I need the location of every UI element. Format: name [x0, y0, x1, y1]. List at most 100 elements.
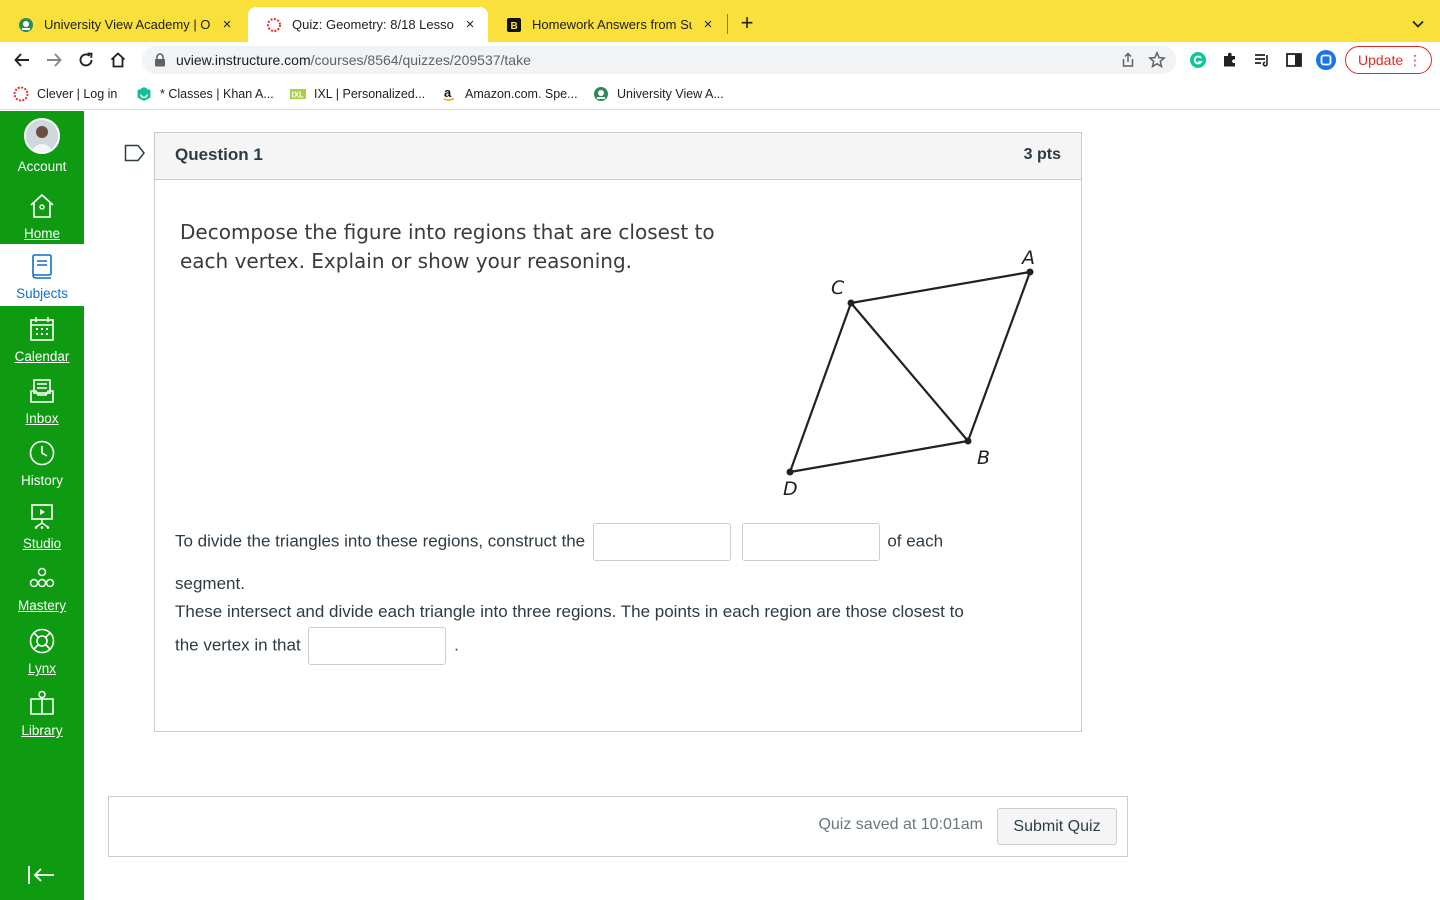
nav-calendar[interactable]: Calendar — [0, 314, 84, 366]
url-path: /courses/8564/quizzes/209537/take — [310, 52, 531, 68]
tab-title: Homework Answers from Subje — [532, 17, 692, 32]
university-view-favicon-icon — [593, 86, 609, 102]
tab-title: University View Academy | Onl — [44, 17, 211, 32]
address-bar[interactable]: uview.instructure.com/courses/8564/quizz… — [142, 46, 1176, 74]
tab-strip: University View Academy | Onl × Quiz: Ge… — [0, 0, 1440, 42]
answer-text: These intersect and divide each triangle… — [175, 602, 964, 621]
blank-3-input[interactable] — [308, 627, 447, 665]
url-text: uview.instructure.com/courses/8564/quizz… — [176, 52, 531, 68]
question-title: Question 1 — [175, 145, 263, 164]
canvas-favicon-icon — [266, 17, 282, 33]
answer-text: segment. — [175, 574, 245, 593]
nav-label: Studio — [22, 536, 62, 551]
side-panel-icon[interactable] — [1282, 48, 1306, 72]
home-icon — [27, 191, 57, 221]
answer-line-3: These intersect and divide each triangle… — [175, 602, 964, 622]
nav-studio[interactable]: Studio — [0, 501, 84, 553]
bookmark-university-view[interactable]: University View A... — [593, 85, 724, 103]
reload-icon[interactable] — [74, 48, 98, 72]
answer-text: . — [454, 635, 459, 655]
blank-1-input[interactable] — [592, 523, 731, 561]
tab-quiz[interactable]: Quiz: Geometry: 8/18 Lesson 1 × — [248, 7, 488, 42]
bookmark-label: IXL | Personalized... — [314, 87, 426, 101]
nav-history[interactable]: History — [0, 438, 84, 490]
share-icon[interactable] — [1120, 52, 1136, 73]
collapse-nav-icon[interactable] — [26, 863, 58, 887]
nav-label: Subjects — [16, 286, 68, 301]
nav-label: Home — [23, 226, 60, 241]
library-icon — [27, 688, 57, 718]
segment-ca — [850, 270, 1031, 305]
profile-avatar-icon[interactable] — [1314, 48, 1338, 72]
nav-label: Library — [21, 723, 63, 738]
grammarly-extension-icon[interactable] — [1186, 48, 1210, 72]
reading-list-icon[interactable] — [1250, 48, 1274, 72]
answer-line-2: segment. — [175, 574, 245, 594]
nav-label: Mastery — [17, 598, 66, 613]
nav-subjects[interactable]: Subjects — [0, 244, 84, 306]
quiz-saved-status: Quiz saved at 10:01am — [818, 816, 983, 833]
tab-title: Quiz: Geometry: 8/18 Lesson 1 — [292, 17, 454, 32]
back-arrow-icon[interactable] — [10, 48, 34, 72]
question-header: Question 1 3 pts — [155, 133, 1081, 180]
segment-bd — [789, 439, 969, 474]
tab-university-view[interactable]: University View Academy | Onl × — [0, 7, 245, 42]
submit-quiz-button[interactable]: Submit Quiz — [997, 808, 1117, 845]
bookmark-label: * Classes | Khan A... — [160, 87, 274, 101]
forward-arrow-icon[interactable] — [42, 48, 66, 72]
label-a: A — [1020, 247, 1035, 269]
segment-cb — [850, 302, 969, 442]
nav-label: Account — [17, 159, 67, 174]
url-host: uview.instructure.com — [176, 52, 311, 68]
bookmark-ixl[interactable]: IXL IXL | Personalized... — [290, 85, 425, 103]
clock-icon — [27, 438, 57, 468]
blank-2-input[interactable] — [741, 523, 880, 561]
kebab-menu-icon: ⋮ — [1408, 52, 1422, 68]
label-c: C — [831, 277, 845, 299]
nav-label: Inbox — [25, 411, 59, 426]
close-tab-icon[interactable]: × — [462, 16, 478, 33]
bookmark-khan[interactable]: * Classes | Khan A... — [136, 85, 274, 103]
nav-mastery[interactable]: Mastery — [0, 563, 84, 615]
nav-home[interactable]: Home — [0, 191, 84, 241]
inbox-icon — [27, 376, 57, 406]
bookmarks-bar: Clever | Log in * Classes | Khan A... IX… — [0, 78, 1440, 110]
browser-toolbar: uview.instructure.com/courses/8564/quizz… — [0, 42, 1440, 78]
vertex-c — [847, 299, 855, 307]
update-button[interactable]: Update ⋮ — [1345, 46, 1432, 74]
quadrilateral-figure: A B C D — [783, 247, 1035, 500]
nav-account[interactable]: Account — [0, 118, 84, 178]
vertex-a — [1026, 268, 1034, 276]
tab-search-chevron-icon[interactable] — [1406, 12, 1430, 36]
bookmark-amazon[interactable]: a Amazon.com. Spe... — [441, 85, 578, 103]
answer-line-4: the vertex in that . — [175, 627, 459, 665]
bookmark-label: Clever | Log in — [37, 87, 118, 101]
close-tab-icon[interactable]: × — [219, 16, 235, 33]
answer-text: the vertex in that — [175, 635, 301, 655]
khan-academy-favicon-icon — [136, 86, 152, 102]
home-icon[interactable] — [106, 48, 130, 72]
lock-icon[interactable] — [154, 53, 168, 67]
question-points: 3 pts — [1023, 146, 1061, 163]
nav-inbox[interactable]: Inbox — [0, 376, 84, 428]
calendar-icon — [27, 314, 57, 344]
extensions-puzzle-icon[interactable] — [1218, 48, 1242, 72]
nav-label: Lynx — [27, 661, 56, 676]
bookmark-clever[interactable]: Clever | Log in — [13, 85, 117, 103]
nav-label: Calendar — [14, 349, 70, 364]
quiz-footer: Quiz saved at 10:01am Submit Quiz — [108, 796, 1128, 857]
question-card: Question 1 3 pts Decompose the figure in… — [154, 132, 1082, 732]
answer-text: To divide the triangles into these regio… — [175, 531, 586, 551]
tab-homework-answers[interactable]: B Homework Answers from Subje × — [488, 7, 726, 42]
flag-question-icon[interactable] — [124, 144, 146, 167]
label-b: B — [977, 447, 990, 469]
vertex-d — [786, 468, 794, 476]
bookmark-label: Amazon.com. Spe... — [465, 87, 578, 101]
nav-lynx[interactable]: Lynx — [0, 626, 84, 678]
nav-library[interactable]: Library — [0, 688, 84, 740]
close-tab-icon[interactable]: × — [700, 16, 716, 33]
book-icon — [27, 251, 57, 281]
avatar — [24, 118, 60, 154]
new-tab-button[interactable]: + — [735, 12, 759, 36]
bookmark-star-icon[interactable] — [1147, 50, 1167, 74]
